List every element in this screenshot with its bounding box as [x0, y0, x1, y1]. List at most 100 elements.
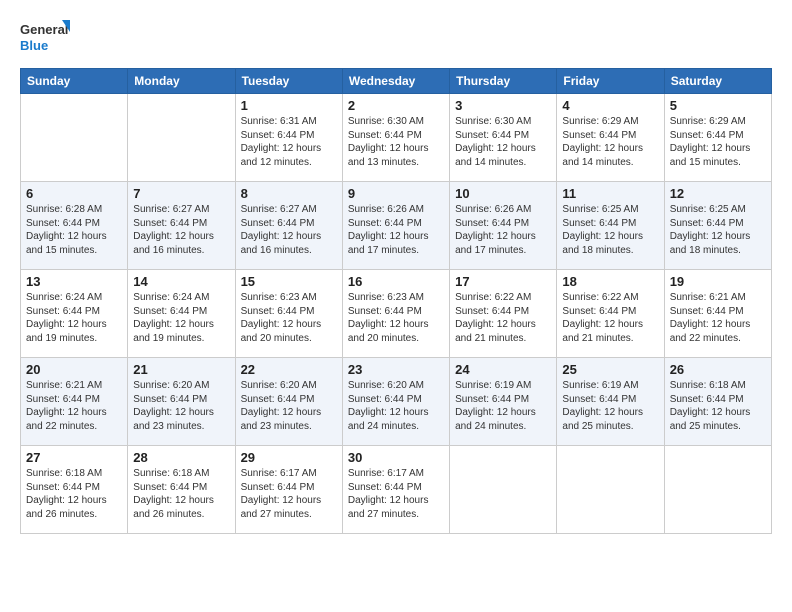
day-info: Sunrise: 6:27 AM Sunset: 6:44 PM Dayligh… — [133, 203, 229, 257]
day-number: 18 — [562, 274, 658, 289]
day-number: 11 — [562, 186, 658, 201]
weekday-header-monday: Monday — [128, 69, 235, 94]
calendar-table: SundayMondayTuesdayWednesdayThursdayFrid… — [20, 68, 772, 534]
week-row-1: 1 Sunrise: 6:31 AM Sunset: 6:44 PM Daylig… — [21, 94, 772, 182]
calendar-cell — [450, 446, 557, 534]
day-info: Sunrise: 6:21 AM Sunset: 6:44 PM Dayligh… — [670, 291, 766, 345]
day-number: 30 — [348, 450, 444, 465]
day-info: Sunrise: 6:21 AM Sunset: 6:44 PM Dayligh… — [26, 379, 122, 433]
calendar-cell: 11 Sunrise: 6:25 AM Sunset: 6:44 PM Dayli… — [557, 182, 664, 270]
day-number: 25 — [562, 362, 658, 377]
day-number: 8 — [241, 186, 337, 201]
day-info: Sunrise: 6:18 AM Sunset: 6:44 PM Dayligh… — [670, 379, 766, 433]
day-info: Sunrise: 6:20 AM Sunset: 6:44 PM Dayligh… — [241, 379, 337, 433]
day-number: 27 — [26, 450, 122, 465]
day-info: Sunrise: 6:19 AM Sunset: 6:44 PM Dayligh… — [562, 379, 658, 433]
calendar-cell: 24 Sunrise: 6:19 AM Sunset: 6:44 PM Dayli… — [450, 358, 557, 446]
header: General Blue — [20, 16, 772, 58]
day-number: 23 — [348, 362, 444, 377]
day-info: Sunrise: 6:18 AM Sunset: 6:44 PM Dayligh… — [133, 467, 229, 521]
calendar-cell: 21 Sunrise: 6:20 AM Sunset: 6:44 PM Dayli… — [128, 358, 235, 446]
calendar-cell: 19 Sunrise: 6:21 AM Sunset: 6:44 PM Dayli… — [664, 270, 771, 358]
day-info: Sunrise: 6:28 AM Sunset: 6:44 PM Dayligh… — [26, 203, 122, 257]
calendar-cell: 10Sunrise: 6:26 AM Sunset: 6:44 PM Dayli… — [450, 182, 557, 270]
day-number: 4 — [562, 98, 658, 113]
day-number: 13 — [26, 274, 122, 289]
day-number: 12 — [670, 186, 766, 201]
day-info: Sunrise: 6:29 AM Sunset: 6:44 PM Dayligh… — [562, 115, 658, 169]
day-info: Sunrise: 6:17 AM Sunset: 6:44 PM Dayligh… — [348, 467, 444, 521]
calendar-cell: 8Sunrise: 6:27 AM Sunset: 6:44 PM Daylig… — [235, 182, 342, 270]
calendar-cell — [557, 446, 664, 534]
calendar-cell: 2Sunrise: 6:30 AM Sunset: 6:44 PM Daylig… — [342, 94, 449, 182]
day-number: 28 — [133, 450, 229, 465]
weekday-header-wednesday: Wednesday — [342, 69, 449, 94]
svg-text:Blue: Blue — [20, 38, 48, 53]
day-number: 21 — [133, 362, 229, 377]
day-number: 24 — [455, 362, 551, 377]
day-number: 2 — [348, 98, 444, 113]
calendar-cell: 20 Sunrise: 6:21 AM Sunset: 6:44 PM Dayli… — [21, 358, 128, 446]
weekday-header-row: SundayMondayTuesdayWednesdayThursdayFrid… — [21, 69, 772, 94]
day-number: 10 — [455, 186, 551, 201]
calendar-cell: 27 Sunrise: 6:18 AM Sunset: 6:44 PM Dayli… — [21, 446, 128, 534]
weekday-header-sunday: Sunday — [21, 69, 128, 94]
calendar-cell: 14 Sunrise: 6:24 AM Sunset: 6:44 PM Dayli… — [128, 270, 235, 358]
day-info: Sunrise: 6:22 AM Sunset: 6:44 PM Dayligh… — [455, 291, 551, 345]
day-number: 22 — [241, 362, 337, 377]
week-row-5: 27 Sunrise: 6:18 AM Sunset: 6:44 PM Dayli… — [21, 446, 772, 534]
day-info: Sunrise: 6:26 AM Sunset: 6:44 PM Dayligh… — [348, 203, 444, 257]
week-row-3: 13 Sunrise: 6:24 AM Sunset: 6:44 PM Dayli… — [21, 270, 772, 358]
calendar-cell: 16 Sunrise: 6:23 AM Sunset: 6:44 PM Dayli… — [342, 270, 449, 358]
day-info: Sunrise: 6:29 AM Sunset: 6:44 PM Dayligh… — [670, 115, 766, 169]
day-info: Sunrise: 6:25 AM Sunset: 6:44 PM Dayligh… — [670, 203, 766, 257]
day-number: 20 — [26, 362, 122, 377]
week-row-2: 6 Sunrise: 6:28 AM Sunset: 6:44 PM Daylig… — [21, 182, 772, 270]
calendar-cell — [664, 446, 771, 534]
day-number: 1 — [241, 98, 337, 113]
calendar-cell: 1 Sunrise: 6:31 AM Sunset: 6:44 PM Daylig… — [235, 94, 342, 182]
logo: General Blue — [20, 16, 70, 58]
day-info: Sunrise: 6:22 AM Sunset: 6:44 PM Dayligh… — [562, 291, 658, 345]
calendar-cell: 29Sunrise: 6:17 AM Sunset: 6:44 PM Dayli… — [235, 446, 342, 534]
weekday-header-thursday: Thursday — [450, 69, 557, 94]
day-number: 7 — [133, 186, 229, 201]
day-info: Sunrise: 6:23 AM Sunset: 6:44 PM Dayligh… — [348, 291, 444, 345]
calendar-cell: 30 Sunrise: 6:17 AM Sunset: 6:44 PM Dayli… — [342, 446, 449, 534]
calendar-cell: 3Sunrise: 6:30 AM Sunset: 6:44 PM Daylig… — [450, 94, 557, 182]
day-info: Sunrise: 6:19 AM Sunset: 6:44 PM Dayligh… — [455, 379, 551, 433]
calendar-cell: 6 Sunrise: 6:28 AM Sunset: 6:44 PM Daylig… — [21, 182, 128, 270]
calendar-cell: 25 Sunrise: 6:19 AM Sunset: 6:44 PM Dayli… — [557, 358, 664, 446]
calendar-cell: 12 Sunrise: 6:25 AM Sunset: 6:44 PM Dayli… — [664, 182, 771, 270]
day-info: Sunrise: 6:31 AM Sunset: 6:44 PM Dayligh… — [241, 115, 337, 169]
day-info: Sunrise: 6:25 AM Sunset: 6:44 PM Dayligh… — [562, 203, 658, 257]
calendar-cell — [21, 94, 128, 182]
weekday-header-tuesday: Tuesday — [235, 69, 342, 94]
day-info: Sunrise: 6:30 AM Sunset: 6:44 PM Dayligh… — [455, 115, 551, 169]
day-number: 16 — [348, 274, 444, 289]
day-number: 26 — [670, 362, 766, 377]
calendar-cell: 4 Sunrise: 6:29 AM Sunset: 6:44 PM Daylig… — [557, 94, 664, 182]
calendar-cell: 26 Sunrise: 6:18 AM Sunset: 6:44 PM Dayli… — [664, 358, 771, 446]
logo-svg: General Blue — [20, 16, 70, 58]
calendar-cell: 15 Sunrise: 6:23 AM Sunset: 6:44 PM Dayli… — [235, 270, 342, 358]
day-number: 29 — [241, 450, 337, 465]
calendar-cell — [128, 94, 235, 182]
page: General Blue SundayMondayTuesdayWednesda… — [0, 0, 792, 612]
day-number: 5 — [670, 98, 766, 113]
day-info: Sunrise: 6:23 AM Sunset: 6:44 PM Dayligh… — [241, 291, 337, 345]
calendar-cell: 22 Sunrise: 6:20 AM Sunset: 6:44 PM Dayli… — [235, 358, 342, 446]
day-info: Sunrise: 6:20 AM Sunset: 6:44 PM Dayligh… — [133, 379, 229, 433]
week-row-4: 20 Sunrise: 6:21 AM Sunset: 6:44 PM Dayli… — [21, 358, 772, 446]
calendar-cell: 7 Sunrise: 6:27 AM Sunset: 6:44 PM Daylig… — [128, 182, 235, 270]
day-info: Sunrise: 6:24 AM Sunset: 6:44 PM Dayligh… — [133, 291, 229, 345]
weekday-header-friday: Friday — [557, 69, 664, 94]
day-number: 19 — [670, 274, 766, 289]
weekday-header-saturday: Saturday — [664, 69, 771, 94]
calendar-cell: 28 Sunrise: 6:18 AM Sunset: 6:44 PM Dayli… — [128, 446, 235, 534]
day-number: 15 — [241, 274, 337, 289]
calendar-cell: 17Sunrise: 6:22 AM Sunset: 6:44 PM Dayli… — [450, 270, 557, 358]
day-info: Sunrise: 6:18 AM Sunset: 6:44 PM Dayligh… — [26, 467, 122, 521]
day-number: 14 — [133, 274, 229, 289]
day-number: 6 — [26, 186, 122, 201]
